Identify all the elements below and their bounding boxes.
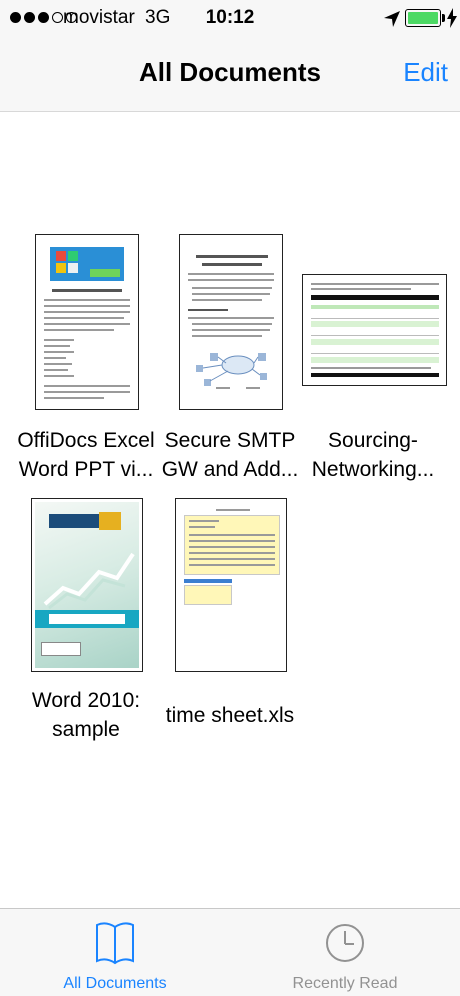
document-item-secure-smtp[interactable]: Secure SMTP GW and Add... xyxy=(155,234,305,484)
document-title-line2: GW and Add... xyxy=(161,458,299,481)
tab-recently-read[interactable]: Recently Read xyxy=(230,909,460,996)
battery-nub xyxy=(442,14,445,22)
tab-label: All Documents xyxy=(63,975,167,992)
document-item-sourcing-networking[interactable]: Sourcing- Networking... xyxy=(298,234,448,484)
document-title: Secure SMTP GW and Add... xyxy=(155,426,305,484)
document-thumbnail[interactable] xyxy=(179,234,283,410)
network-diagram xyxy=(196,353,267,389)
document-title: Word 2010: sample xyxy=(11,686,161,744)
charging-bolt-icon xyxy=(447,8,457,28)
thumbnail-logo xyxy=(50,247,124,281)
document-title-line2: Word PPT vi... xyxy=(18,458,154,481)
battery-icon xyxy=(405,9,441,27)
spreadsheet-preview xyxy=(184,515,280,575)
document-title-line1: Secure SMTP xyxy=(164,429,296,452)
document-title: time sheet.xls xyxy=(155,701,305,730)
document-title-line1: Sourcing- xyxy=(328,429,418,452)
tab-all-documents[interactable]: All Documents xyxy=(0,909,230,996)
document-thumbnail[interactable] xyxy=(175,498,287,672)
top-bar: movistar 3G 10:12 All Documents Edit xyxy=(0,0,460,112)
document-thumbnail[interactable] xyxy=(31,498,143,672)
document-item-word-2010[interactable]: Word 2010: sample xyxy=(11,498,161,748)
edit-button[interactable]: Edit xyxy=(403,57,448,88)
document-title-line2: sample xyxy=(52,718,120,741)
document-title-line1: OffiDocs Excel xyxy=(17,429,155,452)
document-item-offidocs[interactable]: OffiDocs Excel Word PPT vi... xyxy=(11,234,161,484)
document-title-line1: Word 2010: xyxy=(31,689,141,712)
clock-icon xyxy=(326,924,364,962)
location-arrow-icon xyxy=(384,11,400,27)
document-title-line1: time sheet.xls xyxy=(165,704,295,727)
document-thumbnail[interactable] xyxy=(35,234,139,410)
status-bar: movistar 3G 10:12 xyxy=(0,0,460,38)
tab-bar: All Documents Recently Read xyxy=(0,908,460,996)
book-cover xyxy=(35,502,139,668)
document-thumbnail[interactable] xyxy=(302,274,447,386)
document-title-line2: Networking... xyxy=(311,458,435,481)
page-title: All Documents xyxy=(138,57,322,87)
book-icon xyxy=(96,922,134,965)
document-title: Sourcing- Networking... xyxy=(298,426,448,484)
tab-label: Recently Read xyxy=(292,975,398,992)
document-title: OffiDocs Excel Word PPT vi... xyxy=(11,426,161,484)
document-item-time-sheet[interactable]: time sheet.xls xyxy=(155,498,305,748)
